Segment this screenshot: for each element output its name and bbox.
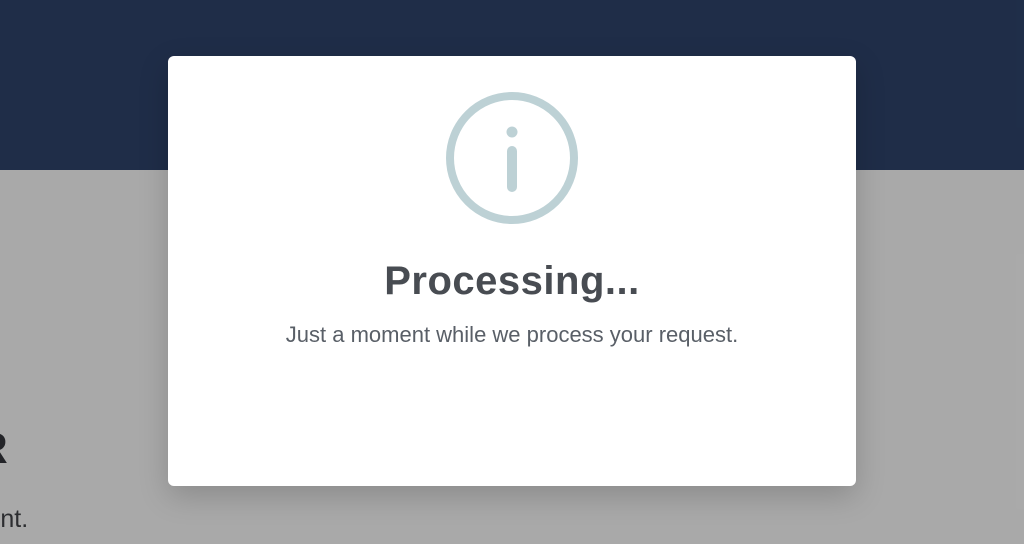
modal-message: Just a moment while we process your requ… bbox=[286, 322, 738, 348]
modal-overlay: Processing... Just a moment while we pro… bbox=[0, 0, 1024, 544]
modal-title: Processing... bbox=[384, 259, 639, 304]
info-icon bbox=[442, 88, 582, 233]
page-root: R Please verify your account. GET RID OF… bbox=[0, 0, 1024, 544]
processing-modal: Processing... Just a moment while we pro… bbox=[168, 56, 856, 486]
